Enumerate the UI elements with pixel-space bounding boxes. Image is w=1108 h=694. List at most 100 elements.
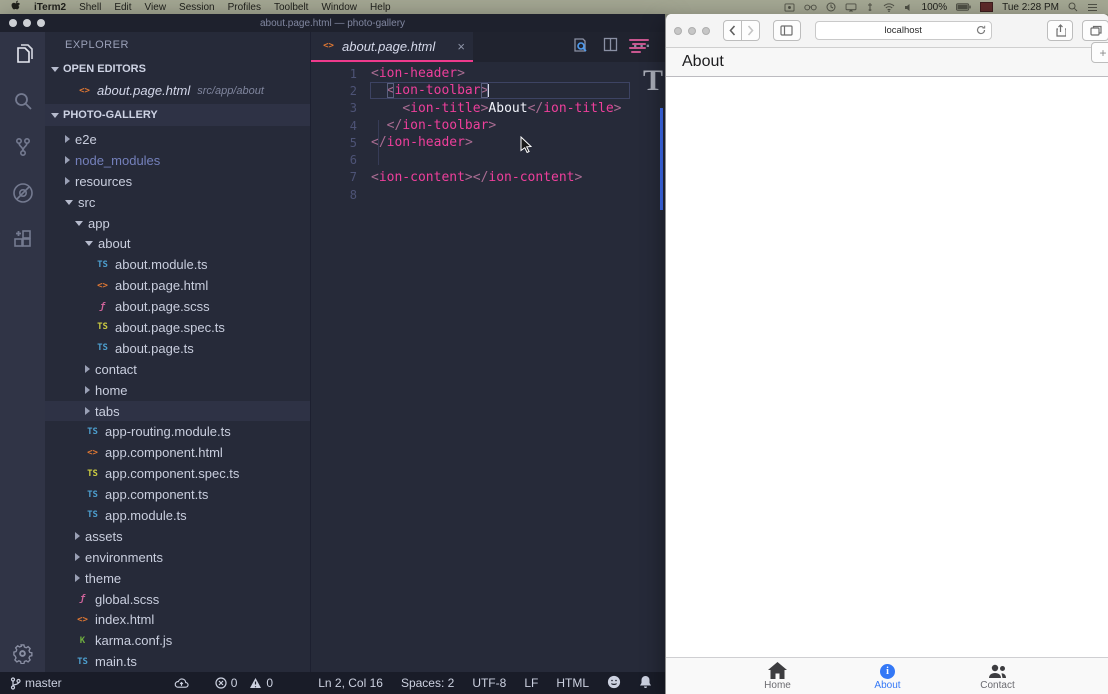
feedback-smiley-icon[interactable]: [607, 675, 621, 692]
errors-status[interactable]: 0: [215, 676, 238, 690]
address-bar[interactable]: localhost: [815, 21, 992, 40]
menu-clock[interactable]: Tue 2:28 PM: [1002, 2, 1059, 13]
code-editor[interactable]: 1<ion-header>2 <ion-toolbar>3 <ion-title…: [311, 62, 665, 203]
wifi-icon[interactable]: [883, 3, 895, 12]
menu-item-view[interactable]: View: [145, 2, 167, 13]
tree-folder-app[interactable]: app: [45, 213, 310, 234]
tree-folder-resources[interactable]: resources: [45, 171, 310, 192]
split-editor-icon[interactable]: [603, 37, 618, 57]
volume-icon[interactable]: [904, 3, 913, 12]
menu-item-toolbelt[interactable]: Toolbelt: [274, 2, 308, 13]
open-editor-item[interactable]: <> about.page.html src/app/about: [45, 80, 310, 101]
tree-file-about.module.ts[interactable]: TSabout.module.ts: [45, 254, 310, 275]
ion-tab-contact[interactable]: Contact: [943, 658, 1053, 694]
notification-center-icon[interactable]: [1087, 3, 1098, 12]
tree-file-main.ts[interactable]: TSmain.ts: [45, 651, 310, 672]
tree-file-app.component.spec.ts[interactable]: TSapp.component.spec.ts: [45, 463, 310, 484]
tree-file-about.page.html[interactable]: <>about.page.html: [45, 275, 310, 296]
scrollbar-thumb[interactable]: [660, 108, 663, 210]
zoom-window-button[interactable]: [702, 27, 710, 35]
screen-recording-icon[interactable]: [784, 3, 795, 12]
clock-status-icon[interactable]: [826, 2, 836, 12]
code-line-2[interactable]: 2 <ion-toolbar>: [311, 82, 665, 99]
menu-item-help[interactable]: Help: [370, 2, 391, 13]
menu-item-profiles[interactable]: Profiles: [228, 2, 261, 13]
menu-item-window[interactable]: Window: [321, 2, 357, 13]
extensions-icon[interactable]: [0, 216, 45, 262]
status-segment-html[interactable]: HTML: [556, 676, 589, 690]
battery-icon[interactable]: [956, 3, 971, 11]
source-control-icon[interactable]: [0, 124, 45, 170]
menu-item-iterm2[interactable]: iTerm2: [34, 2, 66, 13]
menu-item-edit[interactable]: Edit: [114, 2, 131, 13]
glasses-icon[interactable]: [804, 3, 817, 11]
tree-file-about.page.scss[interactable]: ƒabout.page.scss: [45, 296, 310, 317]
tree-folder-node_modules[interactable]: node_modules: [45, 150, 310, 171]
tree-file-index.html[interactable]: <>index.html: [45, 609, 310, 630]
code-line-6[interactable]: 6: [311, 151, 665, 168]
open-preview-icon[interactable]: [572, 37, 588, 58]
vscode-title-bar[interactable]: about.page.html — photo-gallery: [0, 14, 665, 32]
minimize-window-button[interactable]: [688, 27, 696, 35]
notifications-bell-icon[interactable]: [639, 675, 652, 692]
menu-item-session[interactable]: Session: [179, 2, 215, 13]
keyboard-icon[interactable]: [866, 2, 874, 12]
airplay-display-icon[interactable]: [845, 3, 857, 12]
editor-pane[interactable]: <> about.page.html × ··· 1<ion-header>2 …: [310, 32, 665, 672]
code-line-3[interactable]: 3 <ion-title>About</ion-title>: [311, 100, 665, 117]
tree-file-karma.conf.js[interactable]: Kkarma.conf.js: [45, 630, 310, 651]
new-tab-button[interactable]: +: [1091, 42, 1108, 63]
tree-file-about.page.ts[interactable]: TSabout.page.ts: [45, 338, 310, 359]
tree-file-app-routing.module.ts[interactable]: TSapp-routing.module.ts: [45, 421, 310, 442]
share-button[interactable]: [1047, 20, 1074, 41]
settings-gear-icon[interactable]: [0, 643, 45, 664]
code-line-8[interactable]: 8: [311, 186, 665, 203]
tree-file-global.scss[interactable]: ƒglobal.scss: [45, 589, 310, 610]
back-button[interactable]: [723, 20, 742, 41]
tree-file-app.component.html[interactable]: <>app.component.html: [45, 442, 310, 463]
tree-folder-home[interactable]: home: [45, 380, 310, 401]
tree-folder-theme[interactable]: theme: [45, 568, 310, 589]
safari-traffic-lights[interactable]: [666, 27, 710, 35]
tree-folder-e2e[interactable]: e2e: [45, 129, 310, 150]
explorer-icon[interactable]: [0, 32, 45, 78]
ion-tab-about[interactable]: iAbout: [833, 658, 943, 694]
tree-file-app.component.ts[interactable]: TSapp.component.ts: [45, 484, 310, 505]
status-segment-ln-2-col-16[interactable]: Ln 2, Col 16: [318, 676, 383, 690]
tree-file-about.page.spec.ts[interactable]: TSabout.page.spec.ts: [45, 317, 310, 338]
reload-icon[interactable]: [976, 25, 986, 38]
warnings-status[interactable]: 0: [249, 676, 273, 690]
close-window-button[interactable]: [674, 27, 682, 35]
status-segment-lf[interactable]: LF: [524, 676, 538, 690]
tree-folder-about[interactable]: about: [45, 233, 310, 254]
input-flag-icon[interactable]: [980, 2, 993, 12]
code-line-5[interactable]: 5</ion-header>: [311, 134, 665, 151]
open-editors-section[interactable]: OPEN EDITORS: [45, 58, 310, 80]
tree-folder-assets[interactable]: assets: [45, 526, 310, 547]
ion-tab-home[interactable]: Home: [723, 658, 833, 694]
menu-item-shell[interactable]: Shell: [79, 2, 101, 13]
tab-about-page-html[interactable]: <> about.page.html ×: [311, 32, 473, 62]
tree-folder-tabs[interactable]: tabs: [45, 401, 310, 422]
code-line-4[interactable]: 4 </ion-toolbar>: [311, 117, 665, 134]
spotlight-icon[interactable]: [1068, 2, 1078, 12]
tree-folder-environments[interactable]: environments: [45, 547, 310, 568]
apple-menu-icon[interactable]: [10, 0, 21, 15]
status-segment-spaces-2[interactable]: Spaces: 2: [401, 676, 454, 690]
tab-overview-button[interactable]: [1082, 20, 1108, 41]
tree-file-app.module.ts[interactable]: TSapp.module.ts: [45, 505, 310, 526]
close-tab-icon[interactable]: ×: [457, 39, 465, 54]
forward-button[interactable]: [742, 20, 760, 41]
debug-icon[interactable]: [0, 170, 45, 216]
search-icon[interactable]: [0, 78, 45, 124]
code-line-1[interactable]: 1<ion-header>: [311, 65, 665, 82]
minimap[interactable]: [629, 39, 651, 55]
tree-folder-src[interactable]: src: [45, 192, 310, 213]
project-section-header[interactable]: PHOTO-GALLERY: [45, 104, 310, 126]
git-branch-status[interactable]: master: [10, 676, 62, 690]
sidebar-toggle-button[interactable]: [773, 20, 801, 41]
sync-status[interactable]: [174, 677, 189, 689]
code-line-7[interactable]: 7<ion-content></ion-content>: [311, 169, 665, 186]
tree-folder-contact[interactable]: contact: [45, 359, 310, 380]
status-segment-utf-8[interactable]: UTF-8: [472, 676, 506, 690]
